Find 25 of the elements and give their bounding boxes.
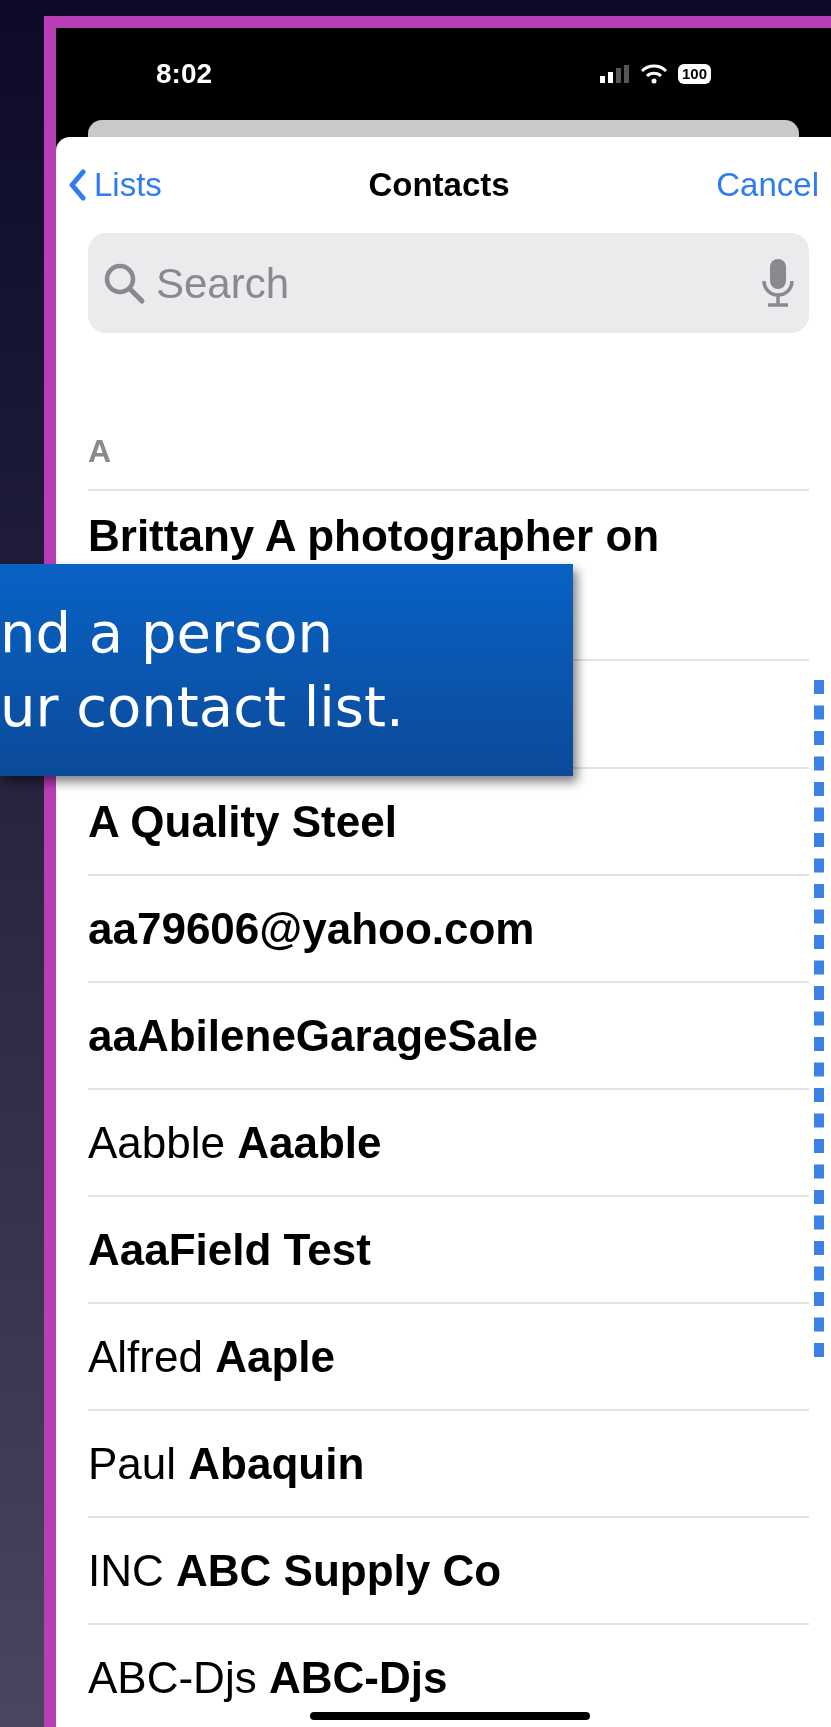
wifi-icon	[639, 64, 668, 84]
section-header: A	[88, 432, 112, 471]
back-button[interactable]: Lists	[68, 160, 162, 210]
contact-name[interactable]: Aabble Aaable	[88, 1117, 382, 1168]
status-time: 8:02	[156, 57, 213, 91]
search-bar[interactable]: Search	[88, 233, 809, 333]
battery-level: 100	[677, 64, 711, 84]
contact-name[interactable]: aa79606@yahoo.com	[88, 903, 535, 954]
contact-name[interactable]: ABC-Djs ABC-Djs	[88, 1652, 448, 1703]
contact-name[interactable]: aaAbileneGarageSale	[88, 1010, 538, 1061]
microphone-icon	[761, 257, 795, 309]
cancel-button[interactable]: Cancel	[716, 160, 819, 210]
contact-name[interactable]: A Quality Steel	[88, 796, 397, 847]
search-input[interactable]: Search	[156, 251, 751, 315]
contact-name[interactable]: AaaField Test	[88, 1224, 371, 1275]
callout-text: ur contact list.	[0, 673, 405, 741]
contact-name[interactable]: Alfred Aaple	[88, 1331, 335, 1382]
signal-icon	[599, 65, 630, 83]
contact-name[interactable]: Paul Abaquin	[88, 1438, 365, 1489]
callout-text: nd a person	[0, 599, 334, 667]
nav-title: Contacts	[368, 165, 510, 206]
contact-name[interactable]: INC ABC Supply Co	[88, 1545, 502, 1596]
contact-name[interactable]: Brittany A photographer on	[88, 511, 660, 561]
chevron-left-icon	[68, 169, 86, 201]
search-icon	[102, 261, 146, 305]
